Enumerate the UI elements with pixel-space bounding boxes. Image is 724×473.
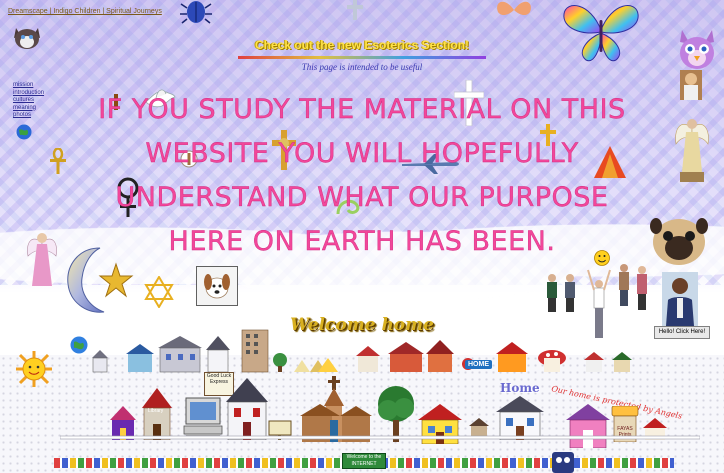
headline-line: IF YOU STUDY THE MATERIAL ON THIS [98,94,626,125]
butterfly-icon [494,0,534,20]
house-row [88,328,648,378]
rainbow-divider [238,56,486,59]
person-icon [662,272,698,326]
fence-icon [60,434,700,444]
home-tag: HOME [465,360,492,369]
church-icon [300,376,372,442]
dog-icon [196,266,238,306]
internet-sign[interactable]: Welcome to the INTERNET [342,453,386,469]
cross-icon [346,0,364,20]
headline-line: HERE ON EARTH HAS BEEN. [168,226,556,257]
star-of-david-icon [144,276,174,308]
house-icon [224,376,270,440]
news-link[interactable]: Check out the new Esoterics Section! [200,38,524,52]
top-link[interactable]: Dreamscape | Indigo Children | Spiritual… [8,8,162,15]
library-sign: Library [148,408,164,414]
cat-icon [12,22,42,50]
robot-icon [548,450,578,473]
scarab-icon [180,0,212,24]
headline: IF YOU STUDY THE MATERIAL ON THIS WEBSIT… [0,88,724,264]
home-title: Home [500,381,540,395]
page-subtitle: This page is intended to be useful [301,62,423,72]
globe-icon [70,336,88,354]
hello-button[interactable]: Hello! Click Here! [654,326,710,339]
headline-line: UNDERSTAND WHAT OUR PURPOSE [115,182,609,213]
butterfly-icon [562,0,640,66]
headline-line: WEBSITE YOU WILL HOPEFULLY [145,138,579,169]
sun-icon [14,350,54,388]
furby-icon [676,28,718,70]
